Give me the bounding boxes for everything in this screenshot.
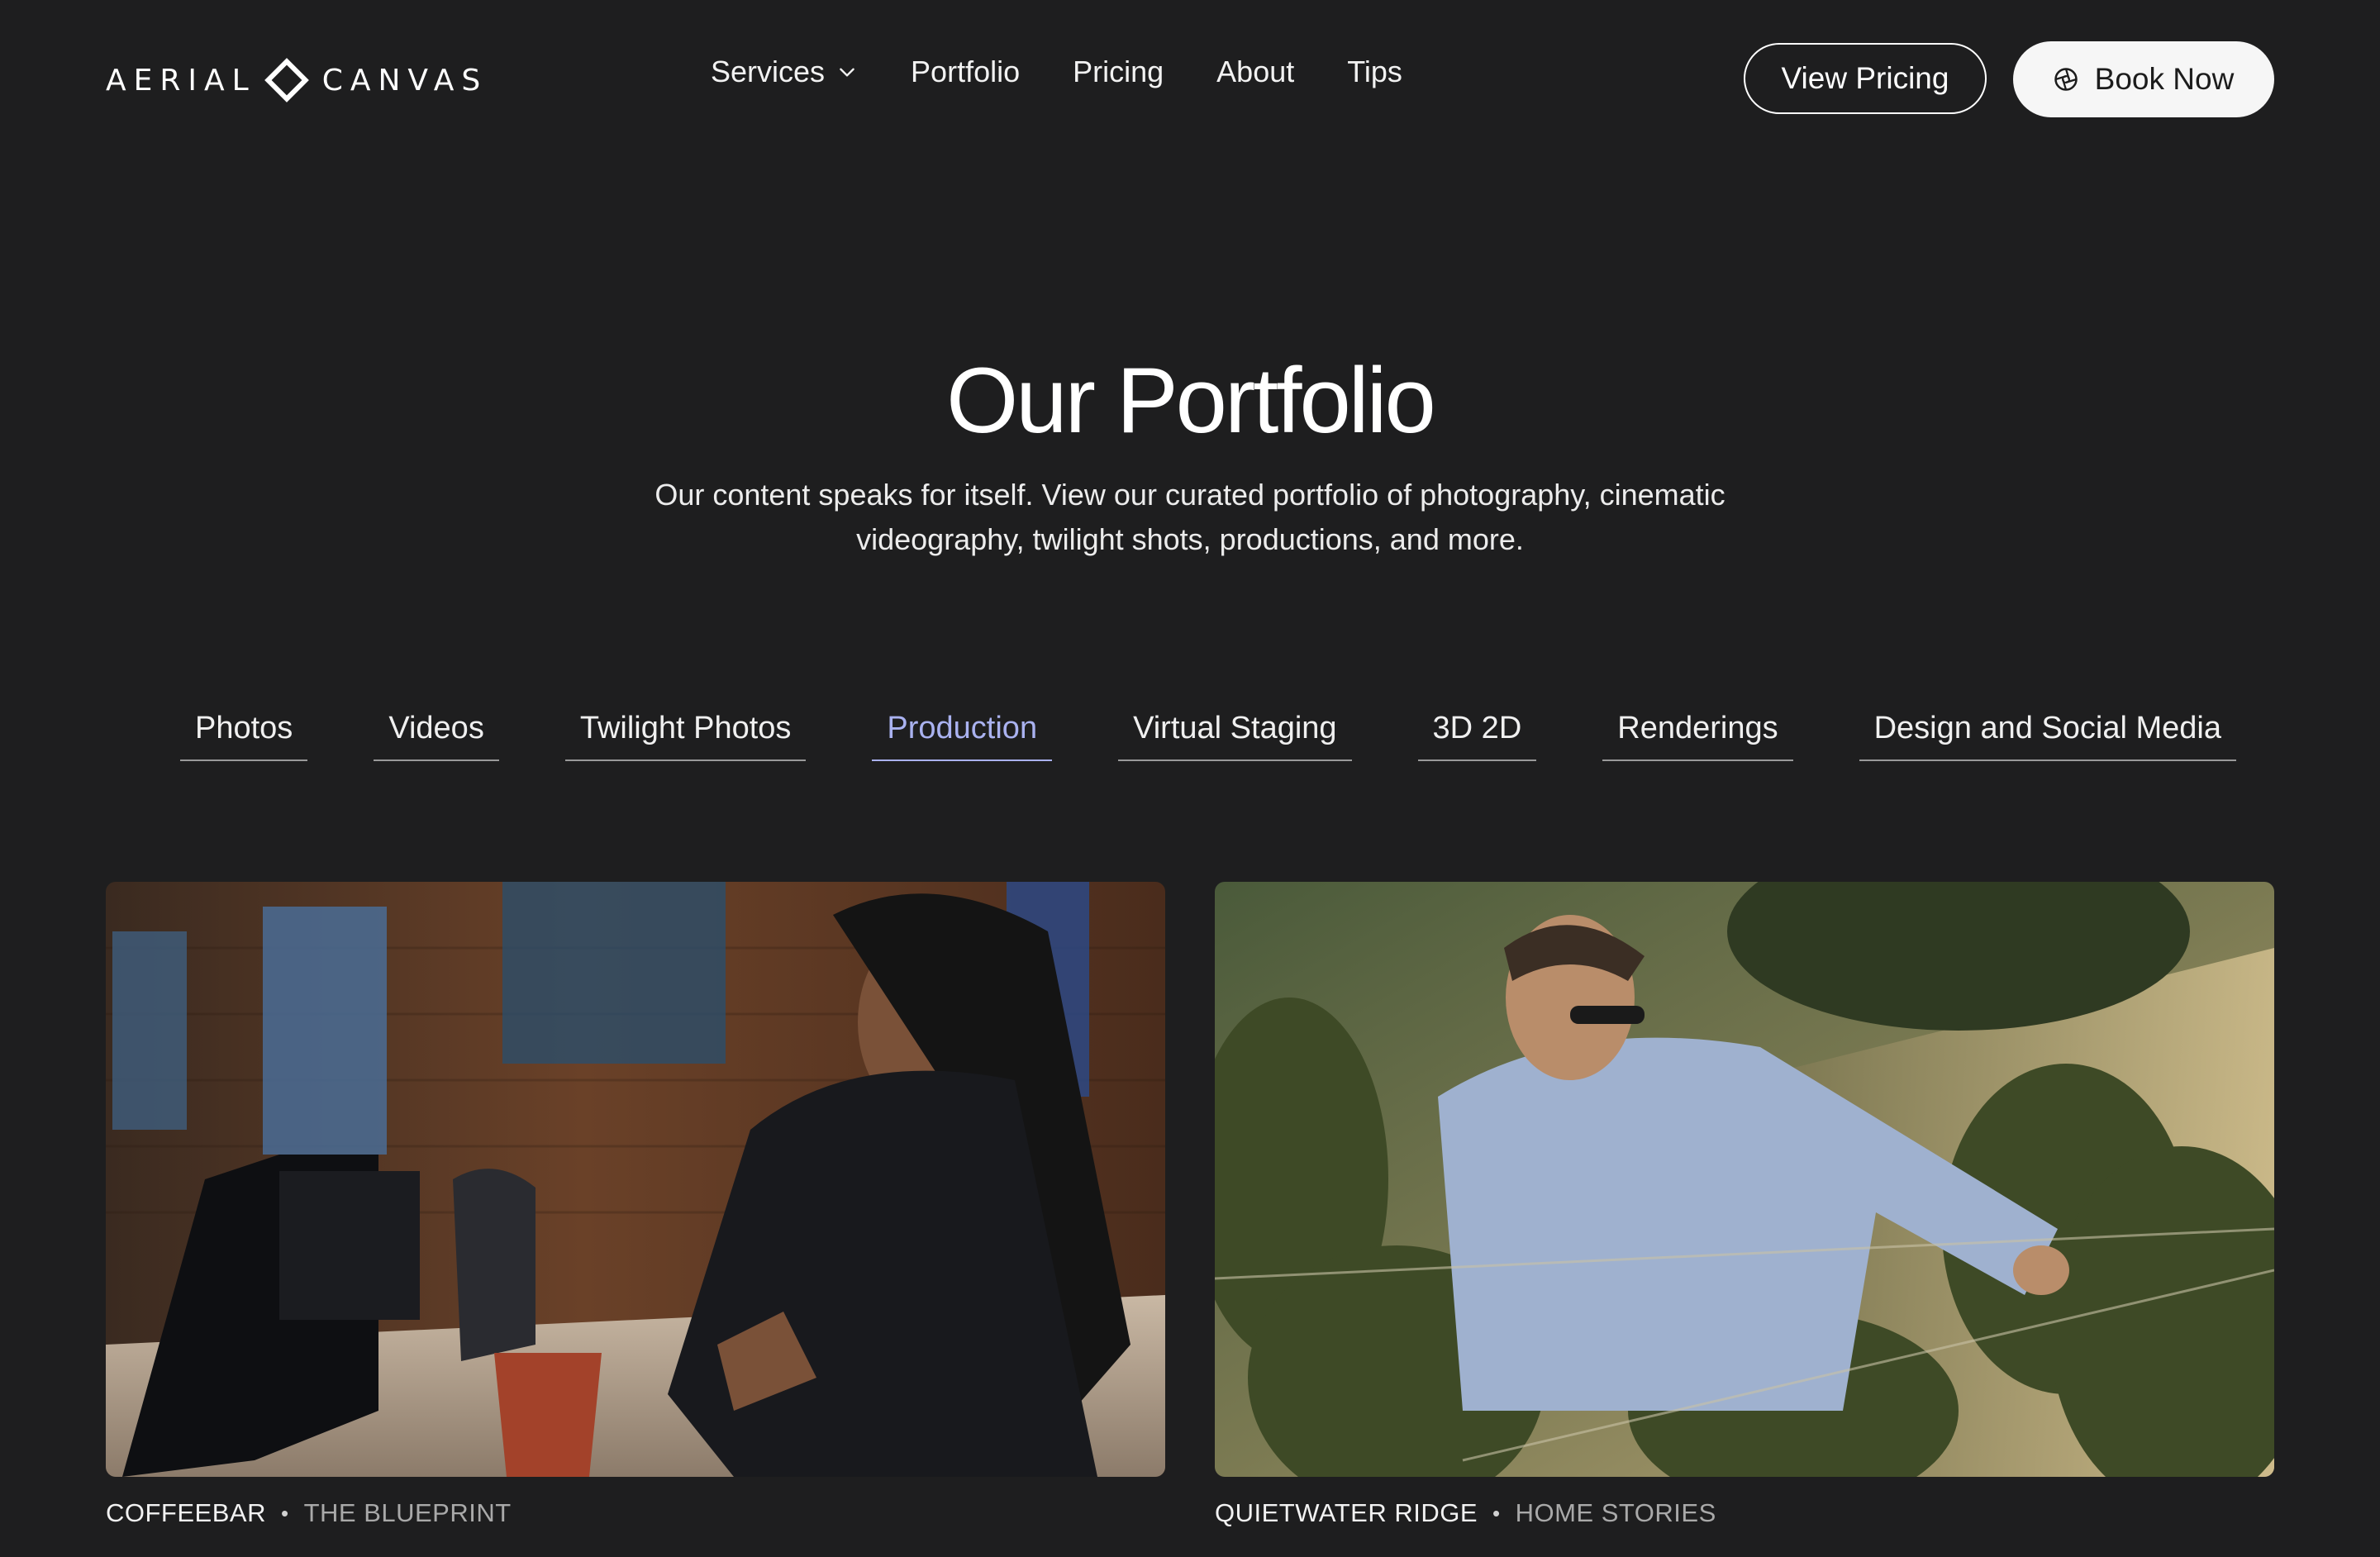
view-pricing-label: View Pricing (1781, 61, 1949, 95)
tab-videos[interactable]: Videos (374, 704, 499, 761)
coffeebar-image (106, 882, 1165, 1477)
card-category: THE BLUEPRINT (303, 1498, 512, 1527)
page-subtitle: Our content speaks for itself. View our … (654, 478, 1726, 556)
site-header: AERIAL CANVAS Services Portfolio Pricing… (0, 0, 2380, 157)
separator-dot: • (1492, 1500, 1501, 1526)
nav-item-pricing[interactable]: Pricing (1073, 55, 1164, 89)
view-pricing-button[interactable]: View Pricing (1744, 43, 1987, 114)
chevron-down-icon (840, 68, 854, 77)
tab-renderings[interactable]: Renderings (1602, 704, 1793, 761)
page-title: Our Portfolio (946, 349, 1436, 452)
nav-item-about[interactable]: About (1216, 55, 1294, 89)
tab-photos[interactable]: Photos (180, 704, 308, 761)
coffeebar-thumbnail[interactable] (106, 882, 1165, 1477)
logo[interactable]: AERIAL CANVAS (106, 58, 488, 102)
quietwater-ridge-image (1215, 882, 2274, 1477)
portfolio-tabs: Photos Videos Twilight Photos Production… (180, 704, 2236, 761)
nav-item-services[interactable]: Services (711, 55, 858, 89)
portfolio-card[interactable]: QUIETWATER RIDGE • HOME STORIES (1215, 882, 2274, 1528)
book-now-button[interactable]: Book Now (2013, 41, 2274, 117)
book-now-label: Book Now (2094, 62, 2235, 96)
tab-production[interactable]: Production (872, 704, 1053, 761)
card-category: HOME STORIES (1515, 1498, 1716, 1527)
logo-word-left: AERIAL (106, 63, 256, 98)
nav-item-label: Services (711, 55, 826, 88)
nav-item-label: Portfolio (911, 55, 1021, 88)
card-caption: QUIETWATER RIDGE • HOME STORIES (1215, 1498, 2274, 1528)
tab-virtual-staging[interactable]: Virtual Staging (1118, 704, 1352, 761)
nav-item-tips[interactable]: Tips (1347, 55, 1402, 89)
nav-item-label: Pricing (1073, 55, 1164, 88)
quietwater-ridge-thumbnail[interactable] (1215, 882, 2274, 1477)
diamond-logo-icon (264, 58, 309, 102)
logo-word-right: CANVAS (321, 63, 488, 98)
nav-item-label: About (1216, 55, 1295, 88)
card-title: QUIETWATER RIDGE (1215, 1498, 1478, 1527)
card-caption: COFFEEBAR • THE BLUEPRINT (106, 1498, 1165, 1528)
nav-item-label: Tips (1347, 55, 1402, 88)
aperture-icon (2054, 68, 2078, 91)
nav-item-portfolio[interactable]: Portfolio (911, 55, 1020, 89)
card-title: COFFEEBAR (106, 1498, 266, 1527)
tab-3d-2d[interactable]: 3D 2D (1417, 704, 1537, 761)
separator-dot: • (280, 1500, 289, 1526)
tab-twilight-photos[interactable]: Twilight Photos (564, 704, 807, 761)
tab-design-social-media[interactable]: Design and Social Media (1859, 704, 2236, 761)
main-nav: Services Portfolio Pricing About Tips (711, 55, 1402, 89)
portfolio-card[interactable]: COFFEEBAR • THE BLUEPRINT (106, 882, 1165, 1528)
